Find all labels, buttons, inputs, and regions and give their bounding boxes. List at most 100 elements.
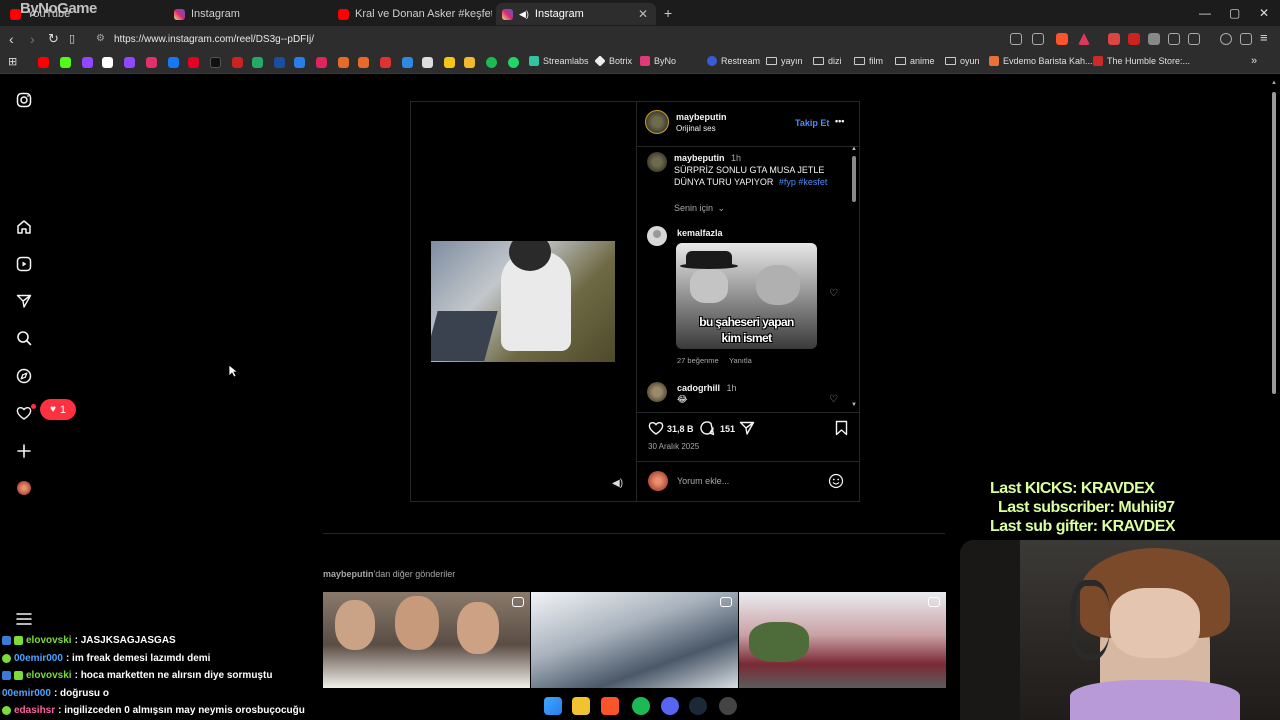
volume-icon[interactable]: ◀) <box>612 478 623 489</box>
bookmark-folder-oyun[interactable]: oyun <box>945 56 980 66</box>
tab-kral-video[interactable]: Kral ve Donan Asker #keşfet #history <box>332 3 492 25</box>
close-tab-icon[interactable]: ✕ <box>638 7 648 21</box>
bookmark-icon[interactable] <box>422 57 433 68</box>
bookmark-icon[interactable] <box>274 57 285 68</box>
comment-meme-image[interactable]: bu şaheseri yapan kim ismet <box>676 243 817 349</box>
bookmark-folder-anime[interactable]: anime <box>895 56 935 66</box>
comment-username[interactable]: kemalfazla <box>677 228 723 238</box>
binance-bookmark-icon[interactable] <box>464 57 475 68</box>
bookmark-icon[interactable] <box>316 57 327 68</box>
for-you-dropdown[interactable]: Senin için ⌄ <box>674 203 725 214</box>
brave-browser-icon[interactable] <box>601 697 619 715</box>
reply-button[interactable]: Yanıtla <box>729 356 752 365</box>
explore-icon[interactable] <box>14 366 34 386</box>
bookmark-icon[interactable] <box>402 57 413 68</box>
share-icon[interactable] <box>1032 33 1044 45</box>
emoji-icon[interactable] <box>828 473 844 494</box>
create-plus-icon[interactable] <box>14 441 34 461</box>
spotify-icon[interactable] <box>632 697 650 715</box>
reels-icon[interactable] <box>14 254 34 274</box>
bookmark-folder-film[interactable]: film <box>854 56 883 66</box>
reload-icon[interactable]: ↻ <box>48 31 59 47</box>
instagram-bookmark-icon[interactable] <box>146 57 157 68</box>
notification-bubble[interactable]: ♥ 1 <box>40 399 76 420</box>
tab-instagram-1[interactable]: Instagram <box>168 3 328 25</box>
spotify-bookmark-icon[interactable] <box>486 57 497 68</box>
extension-icon[interactable] <box>1148 33 1160 45</box>
reel-video-frame[interactable] <box>431 241 615 362</box>
scrollbar-thumb[interactable] <box>1272 92 1276 394</box>
windows-start-icon[interactable] <box>544 697 562 715</box>
more-post-thumbnail[interactable] <box>323 592 530 688</box>
brave-shield-icon[interactable] <box>1056 33 1068 45</box>
back-icon[interactable]: ‹ <box>9 31 14 47</box>
new-tab-button[interactable]: + <box>664 5 672 21</box>
scrollbar-thumb[interactable] <box>852 156 856 202</box>
bookmark-streamlabs[interactable]: Streamlabs <box>529 56 589 66</box>
brave-rewards-icon[interactable] <box>1078 33 1090 45</box>
comment-username[interactable]: cadogrhill <box>677 383 720 393</box>
more-options-icon[interactable]: ••• <box>835 116 844 126</box>
bookmark-botrix[interactable]: Botrix <box>594 55 632 67</box>
puzzle-icon[interactable] <box>1168 33 1180 45</box>
like-count[interactable]: 31,8 B <box>667 424 694 434</box>
bookmark-icon[interactable] <box>232 57 243 68</box>
save-bookmark-icon[interactable] <box>835 420 848 441</box>
bookmark-humble[interactable]: The Humble Store:... <box>1093 56 1190 66</box>
author-username[interactable]: maybeputin <box>676 112 727 122</box>
more-post-thumbnail[interactable] <box>739 592 946 688</box>
bookmark-folder-yayin[interactable]: yayın <box>766 56 803 66</box>
bookmark-icon[interactable] <box>358 57 369 68</box>
extension-icon[interactable] <box>1128 33 1140 45</box>
caption-username[interactable]: maybeputin <box>674 153 725 163</box>
follow-button[interactable]: Takip Et <box>795 118 829 128</box>
author-avatar[interactable] <box>645 110 669 134</box>
instagram-logo-icon[interactable] <box>14 90 34 110</box>
profile-avatar[interactable] <box>14 478 34 498</box>
bookmark-restream[interactable]: Restream <box>707 56 760 66</box>
search-icon[interactable] <box>14 328 34 348</box>
comment-count[interactable]: 151 <box>720 424 735 434</box>
notifications-heart-icon[interactable] <box>14 403 36 423</box>
caption-hashtags[interactable]: #fyp #kesfet <box>779 177 828 187</box>
caption-author-avatar[interactable] <box>647 152 667 172</box>
imdb-bookmark-icon[interactable] <box>444 57 455 68</box>
comment-likes[interactable]: 27 beğenme <box>677 356 719 365</box>
twitch-bookmark-icon[interactable] <box>82 57 93 68</box>
comments-scrollbar[interactable]: ▲ ▼ <box>850 146 858 410</box>
commenter-avatar[interactable] <box>647 382 667 402</box>
commenter-avatar[interactable] <box>647 226 667 246</box>
leo-ai-icon[interactable] <box>1240 33 1252 45</box>
file-explorer-icon[interactable] <box>572 697 590 715</box>
more-posts-username[interactable]: maybeputin <box>323 569 374 579</box>
bookmark-page-icon[interactable]: ▯ <box>69 32 75 45</box>
bookmark-icon[interactable] <box>294 57 305 68</box>
tab-instagram-active[interactable]: ◀) Instagram ✕ <box>496 3 656 25</box>
tiktok-bookmark-icon[interactable] <box>210 57 221 68</box>
scroll-up-icon[interactable]: ▲ <box>851 146 857 152</box>
discord-icon[interactable] <box>661 697 679 715</box>
comment-like-icon[interactable]: ♡ <box>829 288 838 299</box>
more-bookmarks-icon[interactable]: » <box>1251 55 1257 67</box>
bookmark-evdemo[interactable]: Evdemo Barista Kah... <box>989 56 1093 66</box>
url-field[interactable]: ⚙ https://www.instagram.com/reel/DS3g--p… <box>88 29 998 49</box>
share-icon[interactable] <box>739 420 755 441</box>
bookmark-icon[interactable] <box>338 57 349 68</box>
bookmark-icon[interactable] <box>380 57 391 68</box>
comment-like-icon[interactable]: ♡ <box>829 394 838 405</box>
scroll-down-icon[interactable]: ▼ <box>851 402 857 408</box>
steam-icon[interactable] <box>689 697 707 715</box>
forward-icon[interactable]: › <box>30 31 35 47</box>
bookmark-folder-dizi[interactable]: dizi <box>813 56 842 66</box>
home-icon[interactable] <box>14 217 34 237</box>
whatsapp-bookmark-icon[interactable] <box>508 57 519 68</box>
comment-icon[interactable] <box>699 420 715 441</box>
bookmark-icon[interactable] <box>252 57 263 68</box>
twitch-bookmark-icon[interactable] <box>124 57 135 68</box>
like-icon[interactable] <box>648 420 664 440</box>
comment-input[interactable]: Yorum ekle... <box>677 476 729 486</box>
more-post-thumbnail[interactable] <box>531 592 738 688</box>
bookmark-byno[interactable]: ByNo <box>640 56 676 66</box>
sidebar-icon[interactable] <box>1188 33 1200 45</box>
scroll-up-icon[interactable]: ▲ <box>1271 80 1277 86</box>
